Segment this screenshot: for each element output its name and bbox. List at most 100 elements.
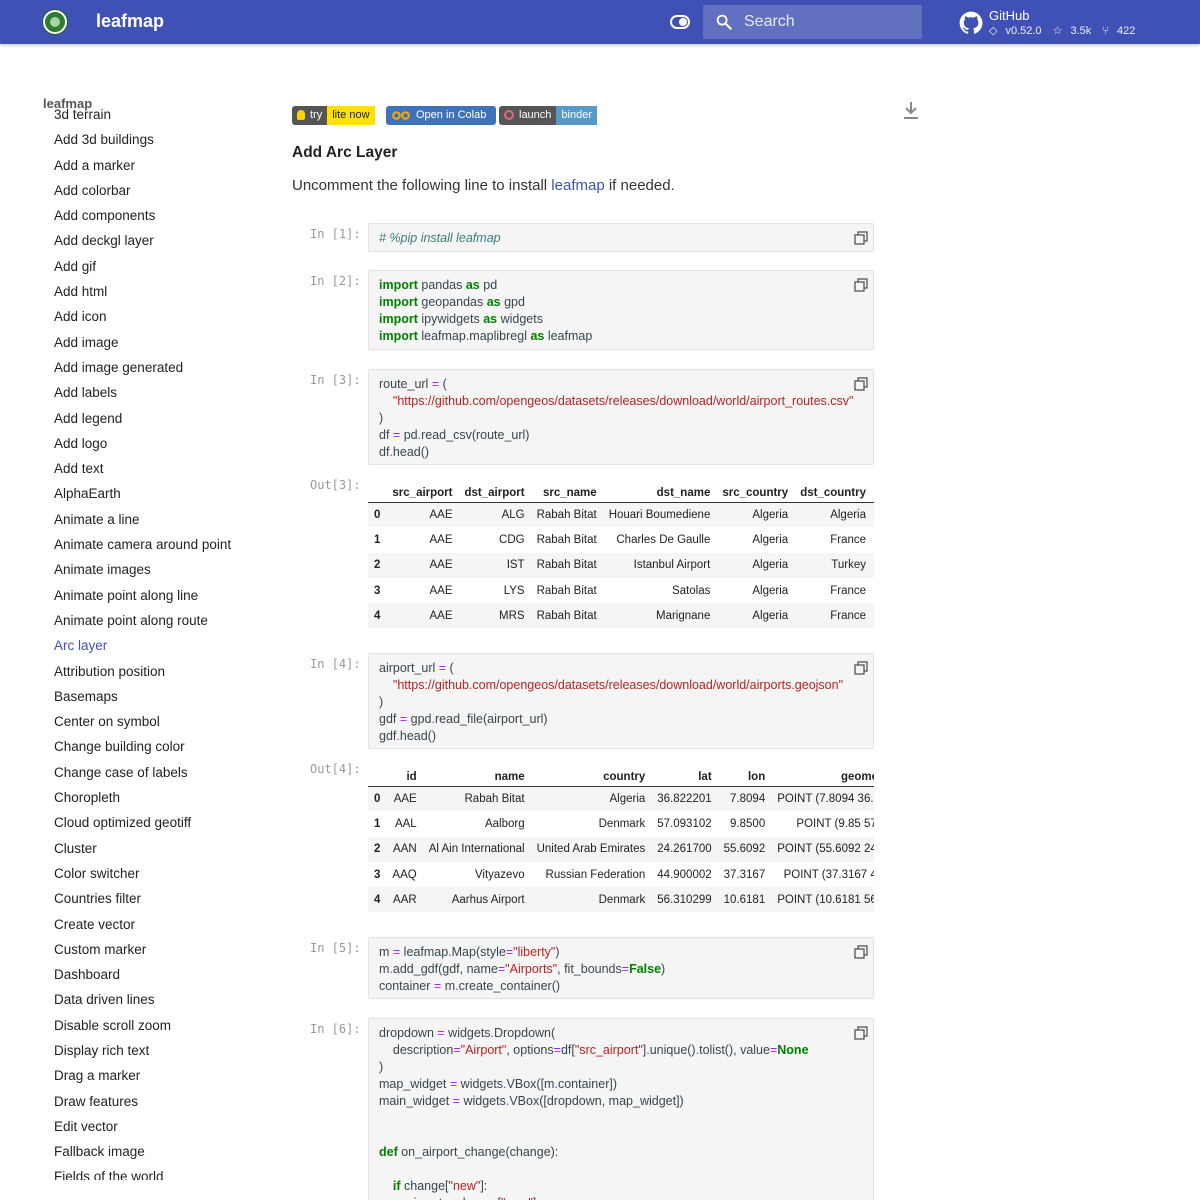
sidebar-item[interactable]: Animate a line <box>54 507 274 532</box>
airports-table-cell: 56.310299 <box>651 887 718 913</box>
code-cell-5: In [5]: m = leafmap.Map(style="liberty")… <box>292 937 874 999</box>
leafmap-logo[interactable] <box>43 10 67 34</box>
search-box[interactable] <box>703 5 922 39</box>
code-block[interactable]: import pandas as pd import geopandas as … <box>368 270 874 350</box>
sidebar-item[interactable]: Animate point along route <box>54 608 274 633</box>
code-cell-2: In [2]: import pandas as pd import geopa… <box>292 270 874 350</box>
airports-table-cell: POINT (37.3167 44.9 <box>783 868 874 881</box>
sidebar-item[interactable]: Fields of the world <box>54 1164 274 1180</box>
sidebar-item[interactable]: Add image generated <box>54 355 274 380</box>
sidebar-item[interactable]: Animate point along line <box>54 583 274 608</box>
sidebar-item[interactable]: Choropleth <box>54 785 274 810</box>
sidebar-item[interactable]: Add text <box>54 456 274 481</box>
binder-icon <box>504 110 514 120</box>
input-prompt: In [1]: <box>310 227 361 241</box>
sidebar-item[interactable]: Dashboard <box>54 962 274 987</box>
sidebar-item[interactable]: Draw features <box>54 1089 274 1114</box>
copy-icon[interactable] <box>854 661 868 675</box>
airports-table-cell: 7.8094 <box>717 786 772 812</box>
sidebar-item[interactable]: Change building color <box>54 734 274 759</box>
sidebar-item[interactable]: Color switcher <box>54 861 274 886</box>
sidebar-item[interactable]: Add components <box>54 203 274 228</box>
airports-table-cell: 24.261700 <box>651 836 718 862</box>
sidebar-item[interactable]: Add 3d buildings <box>54 127 274 152</box>
code-block[interactable]: route_url = ( "https://github.com/openge… <box>368 369 874 465</box>
sidebar-item[interactable]: 3d terrain <box>54 108 274 127</box>
sidebar-item[interactable]: Drag a marker <box>54 1063 274 1088</box>
sidebar-item[interactable]: Change case of labels <box>54 760 274 785</box>
leafmap-link[interactable]: leafmap <box>551 177 604 194</box>
routes-table-cell: Houari Boumediene <box>602 502 717 528</box>
search-input[interactable] <box>744 5 914 39</box>
airports-table-cell: 36.822201 <box>651 786 718 812</box>
routes-table-cell: Satolas <box>671 584 711 597</box>
routes-table-cell: France <box>830 533 867 546</box>
sidebar-item[interactable]: Animate camera around point <box>54 532 274 557</box>
sidebar-item[interactable]: Add deckgl layer <box>54 228 274 253</box>
sidebar-item[interactable]: Cloud optimized geotiff <box>54 810 274 835</box>
copy-icon[interactable] <box>854 278 868 292</box>
copy-icon[interactable] <box>854 231 868 245</box>
output-prompt: Out[3]: <box>310 478 361 492</box>
copy-icon[interactable] <box>854 1026 868 1040</box>
sidebar-item[interactable]: Add image <box>54 330 274 355</box>
sidebar-item[interactable]: Add gif <box>54 254 274 279</box>
badge-try-label: try <box>310 109 323 121</box>
sidebar-item[interactable]: Add html <box>54 279 274 304</box>
sidebar-item[interactable]: Add logo <box>54 431 274 456</box>
open-in-colab-badge[interactable]: Open in Colab <box>386 106 496 125</box>
sidebar-item[interactable]: Add icon <box>54 304 274 329</box>
routes-table-cell: Marignane <box>602 603 717 629</box>
airports-table-cell: 37.3167 <box>723 868 766 881</box>
launch-binder-badge[interactable]: launch binder <box>499 106 601 125</box>
routes-table-header: dst_country <box>794 480 873 503</box>
intro-paragraph: Uncomment the following line to install … <box>292 177 675 194</box>
code-block[interactable]: airport_url = ( "https://github.com/open… <box>368 653 874 749</box>
sidebar-item[interactable]: Create vector <box>54 912 274 937</box>
sidebar-item[interactable]: Countries filter <box>54 886 274 911</box>
sidebar-item[interactable]: Add a marker <box>54 153 274 178</box>
sidebar-item[interactable]: Arc layer <box>54 633 274 658</box>
code-cell-1: In [1]: # %pip install leafmap <box>292 223 874 252</box>
sidebar-item[interactable]: Display rich text <box>54 1038 274 1063</box>
sidebar-item[interactable]: Data driven lines <box>54 987 274 1012</box>
sidebar-nav: 3d terrain Add 3d buildings Add a marker Ad… <box>54 108 274 1180</box>
sidebar-item[interactable]: Custom marker <box>54 937 274 962</box>
routes-table-cell: Rabah Bitat <box>530 502 603 528</box>
sidebar-item[interactable]: Cluster <box>54 836 274 861</box>
airports-table-cell: 0 <box>368 786 387 812</box>
download-icon[interactable] <box>903 101 919 121</box>
copy-icon[interactable] <box>854 377 868 391</box>
copy-icon[interactable] <box>854 945 868 959</box>
routes-table-cell: Algeria <box>752 533 789 546</box>
sidebar-item[interactable]: Add labels <box>54 380 274 405</box>
try-lite-badge[interactable]: try lite now <box>292 106 382 125</box>
sidebar-item[interactable]: Fallback image <box>54 1139 274 1164</box>
sidebar-item[interactable]: Add colorbar <box>54 178 274 203</box>
github-repo-link[interactable]: GitHub ◇ v0.52.0 ☆ 3.5k ⑂ 422 <box>958 6 1158 40</box>
star-icon: ☆ <box>1052 25 1063 37</box>
code-block[interactable]: # %pip install leafmap <box>368 223 874 252</box>
sidebar-item[interactable]: Center on symbol <box>54 709 274 734</box>
sidebar-item[interactable]: AlphaEarth <box>54 481 274 506</box>
code-block[interactable]: dropdown = widgets.Dropdown( description… <box>368 1018 874 1200</box>
airports-table-cell: Denmark <box>598 817 646 830</box>
code-block[interactable]: m = leafmap.Map(style="liberty") m.add_g… <box>368 937 874 999</box>
sidebar-item[interactable]: Edit vector <box>54 1114 274 1139</box>
routes-table-header <box>872 480 874 503</box>
sidebar-item[interactable]: Basemaps <box>54 684 274 709</box>
routes-table-cell: AAE <box>386 502 459 528</box>
search-icon <box>716 14 732 30</box>
routes-table-header <box>368 480 387 503</box>
dataframe-output: src_airport dst_airport src_name dst_name sr… <box>368 480 874 634</box>
routes-table-cell: MRS <box>458 603 531 629</box>
sidebar-item[interactable]: Disable scroll zoom <box>54 1013 274 1038</box>
sidebar-item[interactable]: Attribution position <box>54 659 274 684</box>
routes-table-cell: Charles De Gaulle <box>616 533 711 546</box>
theme-toggle-icon[interactable] <box>670 15 690 29</box>
sidebar-item[interactable]: Add legend <box>54 406 274 431</box>
table-row: 3 AAQ Vityazevo Russian Federation 44.900002… <box>368 862 874 887</box>
sidebar-item[interactable]: Animate images <box>54 557 274 582</box>
routes-table-cell: France <box>830 584 867 597</box>
site-title[interactable]: leafmap <box>96 11 164 32</box>
